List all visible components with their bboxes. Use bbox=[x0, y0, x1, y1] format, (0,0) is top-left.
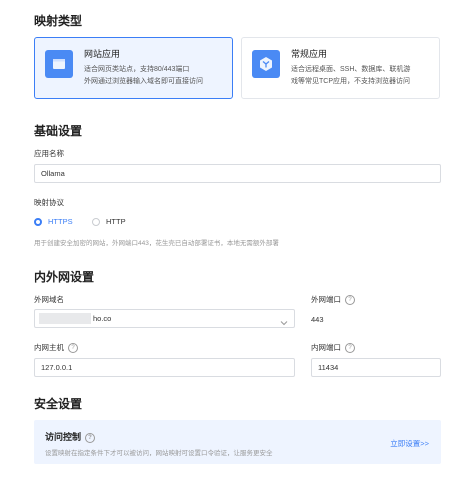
card-desc-line: 适合网页类站点，支持80/443端口 bbox=[84, 66, 190, 73]
int-port-input[interactable]: 11434 bbox=[311, 358, 441, 377]
radio-https-label[interactable]: HTTPS bbox=[48, 217, 73, 226]
website-app-icon bbox=[45, 50, 73, 78]
radio-https[interactable] bbox=[34, 218, 42, 226]
protocol-label: 映射协议 bbox=[34, 198, 64, 207]
int-port-label-text: 内网端口 bbox=[311, 343, 341, 352]
card-title: 常规应用 bbox=[291, 49, 328, 59]
access-control-panel: 访问控制? 设置映射在指定条件下才可以被访问，网站映射可设置口令验证，让服务更安… bbox=[34, 420, 441, 464]
help-icon[interactable]: ? bbox=[85, 432, 96, 443]
radio-http[interactable] bbox=[92, 218, 100, 226]
app-name-input[interactable]: Ollama bbox=[34, 164, 441, 183]
help-icon[interactable]: ? bbox=[345, 343, 355, 354]
regular-app-icon bbox=[252, 50, 280, 78]
security-settings-title: 安全设置 bbox=[34, 397, 83, 411]
basic-settings-title: 基础设置 bbox=[34, 124, 83, 138]
card-desc-line: 戏等常见TCP应用，不支持浏览器访问 bbox=[291, 78, 410, 85]
card-desc: 适合网页类站点，支持80/443端口 外网通过浏览器输入域名即可直接访问 bbox=[84, 64, 203, 88]
ext-domain-label: 外网域名 bbox=[34, 295, 64, 304]
access-control-title-text: 访问控制 bbox=[45, 432, 82, 442]
int-host-input[interactable]: 127.0.0.1 bbox=[34, 358, 295, 377]
app-name-label: 应用名称 bbox=[34, 149, 64, 158]
ext-port-value: 443 bbox=[311, 315, 324, 324]
card-title: 网站应用 bbox=[84, 49, 121, 59]
radio-http-label[interactable]: HTTP bbox=[106, 217, 126, 226]
setup-now-link[interactable]: 立即设置>> bbox=[390, 438, 429, 449]
ext-port-label-text: 外网端口 bbox=[311, 295, 341, 304]
int-port-label: 内网端口? bbox=[311, 342, 355, 354]
card-website-app[interactable]: 网站应用 适合网页类站点，支持80/443端口 外网通过浏览器输入域名即可直接访… bbox=[34, 37, 233, 99]
help-icon[interactable]: ? bbox=[68, 343, 78, 354]
card-desc-line: 适合远程桌面、SSH、数据库、联机游 bbox=[291, 66, 411, 73]
network-settings-title: 内外网设置 bbox=[34, 270, 95, 284]
access-control-desc: 设置映射在指定条件下才可以被访问，网站映射可设置口令验证，让服务更安全 bbox=[45, 450, 273, 457]
ext-domain-select[interactable]: ho.co bbox=[34, 309, 295, 328]
redacted-block bbox=[39, 313, 91, 324]
ext-port-label: 外网端口? bbox=[311, 294, 355, 306]
card-regular-app[interactable]: 常规应用 适合远程桌面、SSH、数据库、联机游 戏等常见TCP应用，不支持浏览器… bbox=[241, 37, 440, 99]
int-host-label: 内网主机? bbox=[34, 342, 78, 354]
access-control-title: 访问控制? bbox=[45, 430, 96, 443]
ext-domain-value: ho.co bbox=[93, 314, 112, 323]
mapping-type-title: 映射类型 bbox=[34, 14, 83, 28]
help-icon[interactable]: ? bbox=[345, 295, 355, 306]
int-host-label-text: 内网主机 bbox=[34, 343, 64, 352]
chevron-down-icon[interactable] bbox=[280, 315, 288, 332]
protocol-hint: 用于创建安全加密的网站，外网端口443，花生壳已自动部署证书，本地无需额外部署 bbox=[34, 240, 279, 247]
card-desc-line: 外网通过浏览器输入域名即可直接访问 bbox=[84, 78, 203, 85]
card-desc: 适合远程桌面、SSH、数据库、联机游 戏等常见TCP应用，不支持浏览器访问 bbox=[291, 64, 410, 88]
